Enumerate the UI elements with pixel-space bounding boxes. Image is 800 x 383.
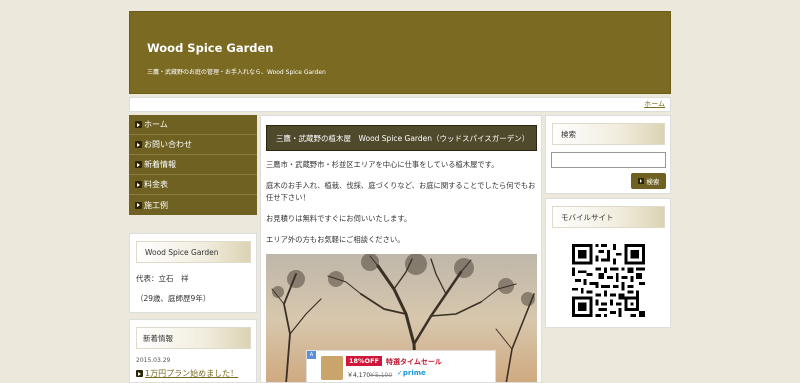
left-sidebar: ホーム お問い合わせ 新着情報 料金表 施工例 Wood Spice Garde… xyxy=(129,115,257,383)
sale-price: ￥4,170 xyxy=(347,372,371,379)
product-image[interactable] xyxy=(321,356,343,380)
services-paragraph: 庭木のお手入れ、植栽、伐採、庭づくりなど、お庭に関することでしたら何でもお任せ下… xyxy=(266,181,536,202)
menu-item-contact[interactable]: お問い合わせ xyxy=(129,135,257,155)
ad-banner[interactable]: A 18%OFF 特選タイムセール ￥4,170 ￥5,100 ✓prime xyxy=(306,350,496,382)
arrow-right-icon xyxy=(135,141,142,148)
search-box: 検索 検索 xyxy=(545,115,671,194)
menu-item-home[interactable]: ホーム xyxy=(129,115,257,135)
news-box: 新着情報 2015.03.29 1万円プラン始めました！ xyxy=(129,319,257,383)
intro-paragraph: 三鷹市・武蔵野市・杉並区エリアを中心に仕事をしている植木屋です。 xyxy=(266,160,499,169)
sale-label[interactable]: 特選タイムセール xyxy=(386,357,442,367)
discount-badge: 18%OFF xyxy=(346,356,382,366)
search-input[interactable] xyxy=(551,152,666,168)
profile-age: （29歳、庭師歴9年） xyxy=(136,294,211,303)
search-heading: 検索 xyxy=(552,123,665,145)
menu-item-label: ホーム xyxy=(144,120,168,129)
news-date: 2015.03.29 xyxy=(136,357,171,364)
arrow-right-icon xyxy=(637,178,644,184)
main-menu: ホーム お問い合わせ 新着情報 料金表 施工例 xyxy=(129,115,257,215)
profile-representative: 代表：立石 祥 xyxy=(136,274,189,283)
menu-item-works[interactable]: 施工例 xyxy=(129,195,257,215)
menu-item-label: 新着情報 xyxy=(144,160,176,169)
original-price: ￥5,100 xyxy=(369,372,393,379)
nav-home-link[interactable]: ホーム xyxy=(644,99,665,109)
qr-code-icon xyxy=(572,244,645,317)
site-description: 三鷹・武蔵野のお庭の管理・お手入れなら、Wood Spice Garden xyxy=(147,69,326,76)
arrow-right-icon xyxy=(135,121,142,128)
ad-choices-icon[interactable]: A xyxy=(307,351,316,359)
menu-item-label: 施工例 xyxy=(144,200,168,210)
menu-item-label: 料金表 xyxy=(144,180,168,189)
right-sidebar: 検索 検索 モバイルサイト xyxy=(545,115,671,383)
prime-logo: ✓prime xyxy=(397,369,426,377)
top-navbar: ホーム xyxy=(129,97,671,112)
estimate-paragraph: お見積りは無料ですぐにお伺いいたします。 xyxy=(266,214,412,223)
arrow-right-icon xyxy=(135,201,142,209)
arrow-right-icon xyxy=(136,370,143,377)
menu-item-label: お問い合わせ xyxy=(144,140,192,149)
area-paragraph: エリア外の方もお気軽にご相談ください。 xyxy=(266,235,405,244)
arrow-right-icon xyxy=(135,181,142,188)
site-title[interactable]: Wood Spice Garden xyxy=(147,41,273,55)
mobile-site-box: モバイルサイト xyxy=(545,198,671,328)
main-content: 三鷹・武蔵野の植木屋 Wood Spice Garden（ウッドスパイスガーデン… xyxy=(260,115,542,383)
news-item-link[interactable]: 1万円プラン始めました！ xyxy=(136,368,238,379)
news-heading: 新着情報 xyxy=(136,327,251,349)
mobile-site-heading: モバイルサイト xyxy=(552,206,665,228)
arrow-right-icon xyxy=(135,161,142,168)
search-button[interactable]: 検索 xyxy=(631,173,666,189)
site-header: Wood Spice Garden 三鷹・武蔵野のお庭の管理・お手入れなら、Wo… xyxy=(129,11,671,94)
menu-item-news[interactable]: 新着情報 xyxy=(129,155,257,175)
profile-heading: Wood Spice Garden xyxy=(136,241,251,263)
menu-item-pricing[interactable]: 料金表 xyxy=(129,175,257,195)
profile-box: Wood Spice Garden 代表：立石 祥 （29歳、庭師歴9年） xyxy=(129,233,257,313)
news-item-label: 1万円プラン始めました！ xyxy=(145,369,239,378)
search-button-label: 検索 xyxy=(646,178,660,186)
page-title: 三鷹・武蔵野の植木屋 Wood Spice Garden（ウッドスパイスガーデン… xyxy=(266,125,537,151)
